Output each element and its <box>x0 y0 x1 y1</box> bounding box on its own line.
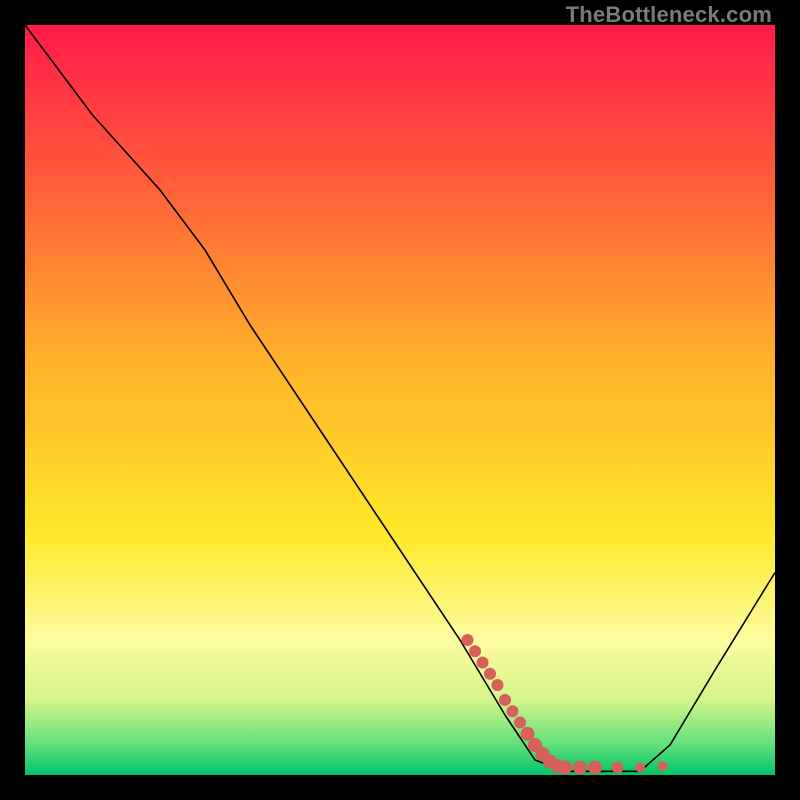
highlight-marker <box>558 761 572 775</box>
highlight-marker <box>514 717 526 729</box>
highlight-marker <box>588 761 602 775</box>
highlight-marker <box>499 694 511 706</box>
highlight-marker <box>507 705 519 717</box>
highlight-marker <box>612 762 624 774</box>
highlight-marker <box>635 763 645 773</box>
highlight-marker <box>492 679 504 691</box>
highlight-marker <box>469 645 481 657</box>
watermark-text: TheBottleneck.com <box>566 2 772 28</box>
bottleneck-chart <box>25 25 775 775</box>
highlight-marker <box>658 761 668 771</box>
gradient-background <box>25 25 775 775</box>
highlight-marker <box>462 634 474 646</box>
highlight-marker <box>573 761 587 775</box>
highlight-marker <box>477 657 489 669</box>
highlight-marker <box>484 668 496 680</box>
